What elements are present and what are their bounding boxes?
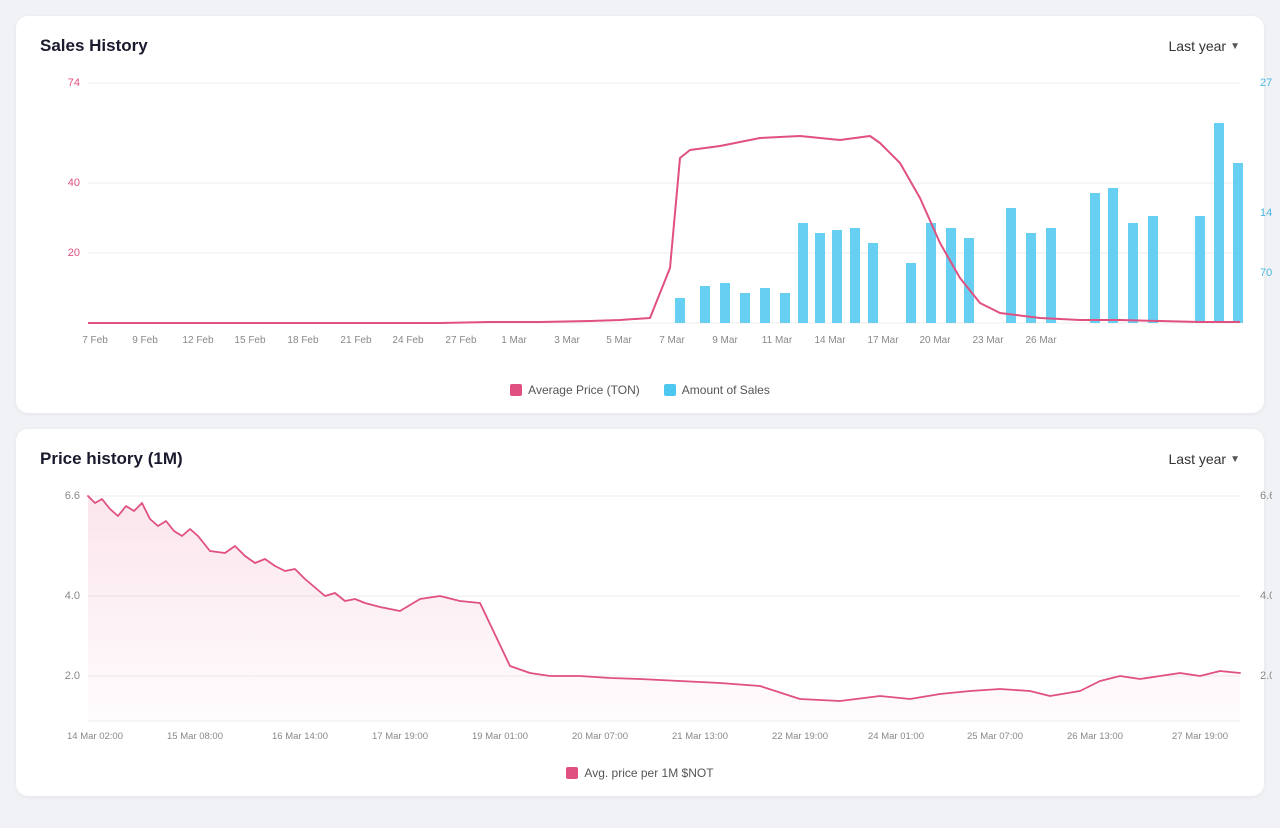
svg-text:74: 74 <box>68 77 80 89</box>
svg-text:9 Feb: 9 Feb <box>132 335 158 346</box>
svg-text:7000: 7000 <box>1260 267 1272 279</box>
svg-text:27 Feb: 27 Feb <box>445 335 477 346</box>
svg-text:27 Mar 19:00: 27 Mar 19:00 <box>1172 731 1228 742</box>
legend-amount-sales-dot <box>664 384 676 396</box>
svg-text:14 Mar: 14 Mar <box>814 335 846 346</box>
svg-text:9 Mar: 9 Mar <box>712 335 738 346</box>
svg-text:14000: 14000 <box>1260 207 1272 219</box>
svg-text:17 Mar: 17 Mar <box>867 335 899 346</box>
svg-text:25 Mar 07:00: 25 Mar 07:00 <box>967 731 1023 742</box>
svg-text:4.0: 4.0 <box>65 590 80 602</box>
chevron-down-icon: ▼ <box>1230 41 1240 52</box>
price-history-legend: Avg. price per 1M $NOT <box>40 766 1240 780</box>
price-history-header: Price history (1M) Last year ▼ <box>40 449 1240 469</box>
svg-text:14 Mar 02:00: 14 Mar 02:00 <box>67 731 123 742</box>
legend-avg-price-1m: Avg. price per 1M $NOT <box>566 766 713 780</box>
legend-avg-price-1m-dot <box>566 767 578 779</box>
legend-avg-price: Average Price (TON) <box>510 383 640 397</box>
svg-text:21 Mar 13:00: 21 Mar 13:00 <box>672 731 728 742</box>
svg-text:2.0: 2.0 <box>65 670 80 682</box>
svg-text:7 Feb: 7 Feb <box>82 335 108 346</box>
svg-text:20 Mar: 20 Mar <box>919 335 951 346</box>
svg-text:3 Mar: 3 Mar <box>554 335 580 346</box>
price-history-chart: 6.6 4.0 2.0 6.6 4.0 2.0 <box>40 481 1240 756</box>
svg-text:5 Mar: 5 Mar <box>606 335 632 346</box>
sales-history-header: Sales History Last year ▼ <box>40 36 1240 56</box>
sales-history-dropdown[interactable]: Last year ▼ <box>1169 38 1241 54</box>
svg-text:12 Feb: 12 Feb <box>182 335 214 346</box>
svg-text:4.0: 4.0 <box>1260 590 1272 602</box>
svg-text:24 Mar 01:00: 24 Mar 01:00 <box>868 731 924 742</box>
sales-history-legend: Average Price (TON) Amount of Sales <box>40 383 1240 397</box>
svg-text:19 Mar 01:00: 19 Mar 01:00 <box>472 731 528 742</box>
legend-amount-sales: Amount of Sales <box>664 383 770 397</box>
svg-text:15 Mar 08:00: 15 Mar 08:00 <box>167 731 223 742</box>
svg-text:17 Mar 19:00: 17 Mar 19:00 <box>372 731 428 742</box>
svg-text:20: 20 <box>68 247 80 259</box>
sales-history-title: Sales History <box>40 36 148 56</box>
svg-text:18 Feb: 18 Feb <box>287 335 319 346</box>
sales-history-card: Sales History Last year ▼ 74 40 20 27602… <box>16 16 1264 413</box>
svg-text:6.6: 6.6 <box>1260 490 1272 502</box>
svg-text:1 Mar: 1 Mar <box>501 335 527 346</box>
svg-text:40: 40 <box>68 177 80 189</box>
svg-text:26 Mar 13:00: 26 Mar 13:00 <box>1067 731 1123 742</box>
svg-text:23 Mar: 23 Mar <box>972 335 1004 346</box>
svg-text:7 Mar: 7 Mar <box>659 335 685 346</box>
price-history-card: Price history (1M) Last year ▼ 6.6 4.0 2… <box>16 429 1264 796</box>
svg-text:15 Feb: 15 Feb <box>234 335 266 346</box>
svg-text:24 Feb: 24 Feb <box>392 335 424 346</box>
svg-text:22 Mar 19:00: 22 Mar 19:00 <box>772 731 828 742</box>
svg-text:16 Mar 14:00: 16 Mar 14:00 <box>272 731 328 742</box>
sales-history-chart: 74 40 20 27602 14000 7000 <box>40 68 1240 373</box>
svg-text:20 Mar 07:00: 20 Mar 07:00 <box>572 731 628 742</box>
legend-avg-price-dot <box>510 384 522 396</box>
svg-text:27602: 27602 <box>1260 77 1272 89</box>
svg-text:6.6: 6.6 <box>65 490 80 502</box>
svg-text:11 Mar: 11 Mar <box>762 335 793 346</box>
svg-text:26 Mar: 26 Mar <box>1025 335 1057 346</box>
chevron-down-icon: ▼ <box>1230 454 1240 465</box>
svg-text:21 Feb: 21 Feb <box>340 335 372 346</box>
price-history-dropdown[interactable]: Last year ▼ <box>1169 451 1241 467</box>
price-history-title: Price history (1M) <box>40 449 183 469</box>
svg-text:2.0: 2.0 <box>1260 670 1272 682</box>
